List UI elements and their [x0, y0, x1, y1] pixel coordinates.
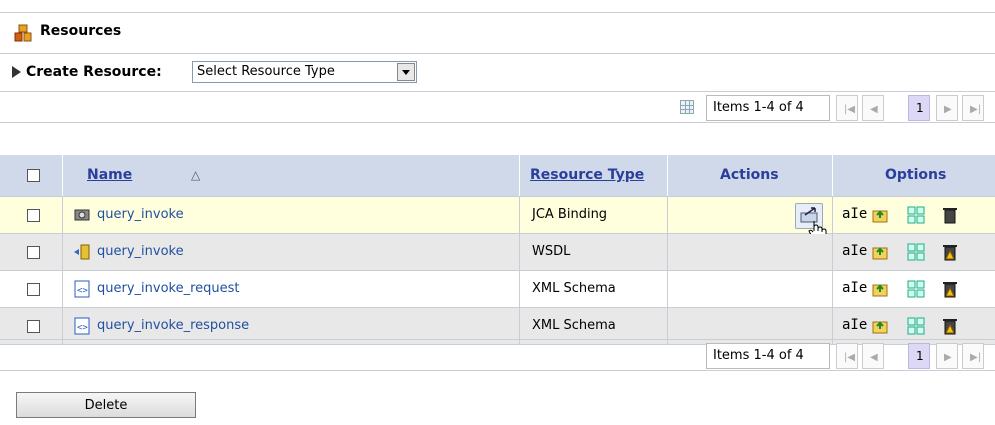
copy-icon[interactable] [907, 206, 925, 224]
table-header-row: Name △ Resource Type Actions Options [0, 155, 995, 197]
resource-name-link[interactable]: query_invoke [97, 207, 184, 222]
resource-name-link[interactable]: query_invoke_request [97, 281, 240, 296]
panel-title: Resources [40, 23, 122, 39]
table-row[interactable]: query_invoke JCA Binding aIe [0, 197, 995, 241]
table-row[interactable]: <> query_invoke_request XML Schema aIe [0, 271, 995, 308]
xml-schema-icon: <> [74, 280, 90, 298]
jca-binding-icon [74, 209, 90, 221]
rename-icon[interactable]: aIe [842, 206, 867, 222]
move-icon[interactable] [871, 243, 889, 261]
row-checkbox[interactable] [27, 283, 40, 296]
pager-top: Items 1-4 of 4 |◀ ◀ 1 ▶ ▶| [0, 91, 995, 123]
create-resource-bar: Create Resource: Select Resource Type [0, 53, 995, 90]
rename-icon[interactable]: aIe [842, 280, 867, 296]
xml-schema-icon: <> [74, 317, 90, 335]
trash-warning-icon[interactable] [941, 317, 959, 335]
resources-panel: Resources Create Resource: Select Resour… [0, 12, 995, 425]
name-column-header[interactable]: Name [87, 167, 132, 183]
panel-header: Resources [0, 12, 995, 52]
items-range-select[interactable]: Items 1-4 of 4 [706, 95, 830, 121]
next-page-button[interactable]: ▶ [936, 343, 958, 369]
rename-icon[interactable]: aIe [842, 317, 867, 333]
row-checkbox[interactable] [27, 246, 40, 259]
move-icon[interactable] [871, 280, 889, 298]
pager-bottom: Items 1-4 of 4 |◀ ◀ 1 ▶ ▶| [0, 339, 995, 371]
resource-name-link[interactable]: query_invoke [97, 244, 184, 259]
resource-type-text: JCA Binding [532, 207, 608, 222]
resource-name-link[interactable]: query_invoke_response [97, 318, 249, 333]
trash-warning-icon[interactable] [941, 243, 959, 261]
trash-icon[interactable] [941, 206, 959, 224]
resource-type-select-value: Select Resource Type [197, 64, 335, 79]
page-number[interactable]: 1 [908, 95, 930, 121]
last-page-button[interactable]: ▶| [962, 95, 984, 121]
options-column-header: Options [885, 167, 947, 183]
first-page-button[interactable]: |◀ [836, 343, 858, 369]
resource-type-select[interactable]: Select Resource Type [192, 61, 417, 83]
actions-column-header: Actions [720, 167, 779, 183]
create-resource-label: Create Resource: [26, 64, 162, 80]
prev-page-button[interactable]: ◀ [862, 95, 884, 121]
resources-icon [14, 24, 32, 42]
copy-icon[interactable] [907, 243, 925, 261]
resource-type-text: XML Schema [532, 281, 616, 296]
page-number[interactable]: 1 [908, 343, 930, 369]
table-grid-icon[interactable] [680, 100, 694, 114]
select-all-checkbox[interactable] [27, 169, 40, 182]
resource-type-column-header[interactable]: Resource Type [530, 167, 644, 183]
resource-type-text: WSDL [532, 244, 571, 259]
copy-icon[interactable] [907, 280, 925, 298]
sort-ascending-icon[interactable]: △ [191, 168, 200, 182]
copy-icon[interactable] [907, 317, 925, 335]
items-range-text: Items 1-4 of 4 [713, 348, 804, 363]
items-range-select[interactable]: Items 1-4 of 4 [706, 343, 830, 369]
move-icon[interactable] [871, 206, 889, 224]
wsdl-icon [74, 244, 90, 260]
last-page-button[interactable]: ▶| [962, 343, 984, 369]
trash-warning-icon[interactable] [941, 280, 959, 298]
rename-icon[interactable]: aIe [842, 243, 867, 259]
items-range-text: Items 1-4 of 4 [713, 100, 804, 115]
resource-type-text: XML Schema [532, 318, 616, 333]
next-page-button[interactable]: ▶ [936, 95, 958, 121]
row-checkbox[interactable] [27, 209, 40, 222]
table-row[interactable]: query_invoke WSDL aIe [0, 234, 995, 271]
svg-text:<>: <> [77, 323, 88, 333]
svg-text:<>: <> [77, 286, 88, 296]
move-icon[interactable] [871, 317, 889, 335]
delete-button[interactable]: Delete [16, 392, 196, 418]
expand-triangle-icon[interactable] [12, 66, 21, 78]
first-page-button[interactable]: |◀ [836, 95, 858, 121]
prev-page-button[interactable]: ◀ [862, 343, 884, 369]
row-checkbox[interactable] [27, 320, 40, 333]
chevron-down-icon[interactable] [397, 63, 415, 81]
